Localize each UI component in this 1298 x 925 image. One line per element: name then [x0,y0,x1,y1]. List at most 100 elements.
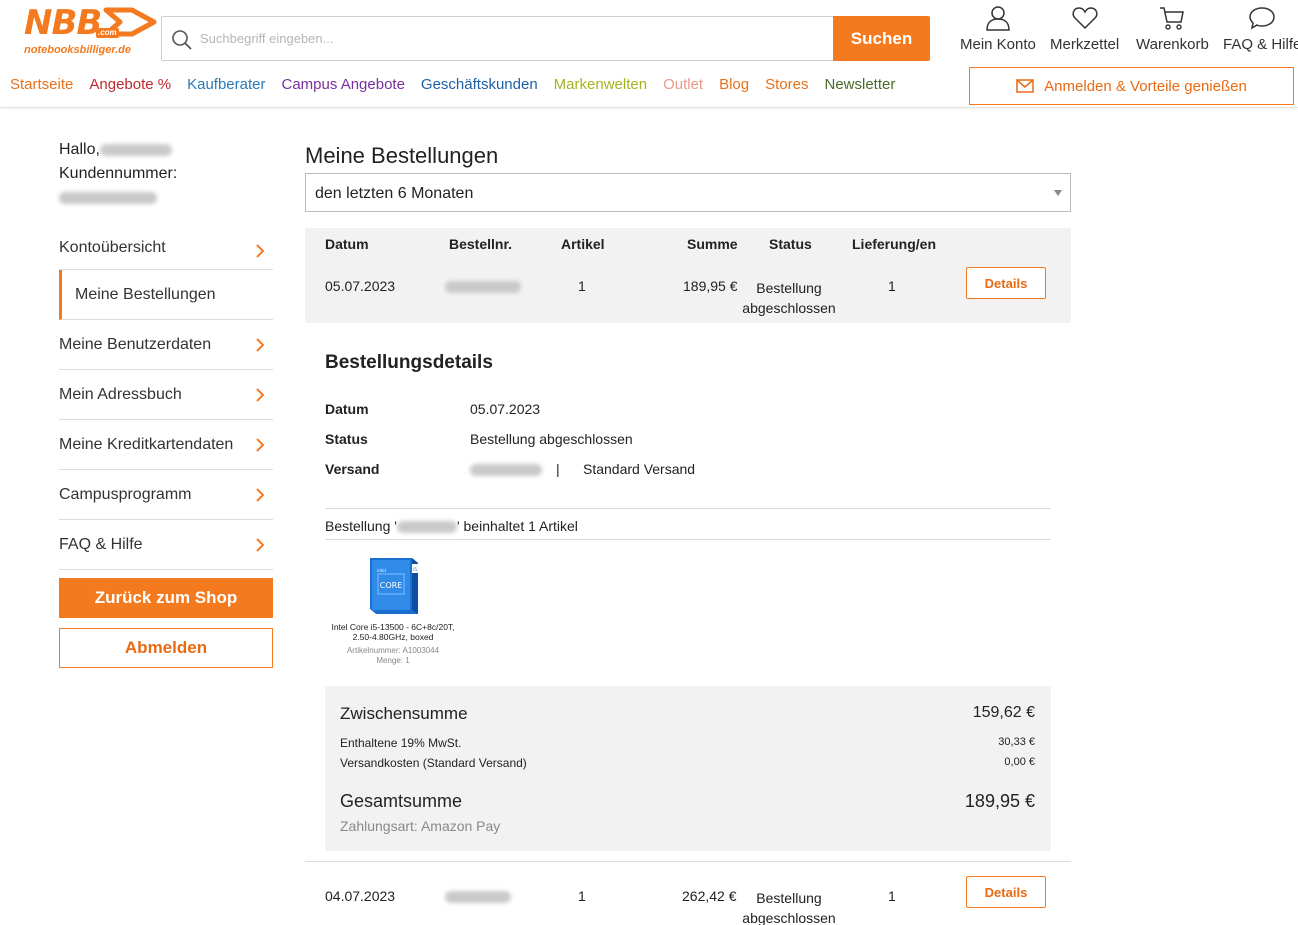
order-status-line2: abgeschlossen [742,910,836,925]
period-select[interactable]: den letzten 6 Monaten [305,173,1071,212]
order-date: 05.07.2023 [325,278,396,294]
search-icon [172,30,192,50]
customer-number-label: Kundennummer: [59,165,178,182]
sidebar-item-credit-cards[interactable]: Meine Kreditkartendaten [59,420,273,470]
column-header-articles: Artikel [561,236,605,252]
order-status-line1: Bestellung [756,280,822,296]
box-brand: intel [377,568,386,573]
order-details-button[interactable]: Details [966,876,1046,908]
order-row: 04.07.2023 1 262,42 € Bestellung abgesch… [305,862,1071,925]
redacted-order-number [445,891,511,903]
nav-link-newsletter[interactable]: Newsletter [824,76,895,93]
column-header-date: Datum [325,236,369,252]
wishlist-label: Merkzettel [1050,36,1120,53]
sidebar-menu: Kontoübersicht Meine Bestellungen Meine … [59,226,273,570]
detail-status-label: Status [325,431,368,447]
login-button[interactable]: Anmelden & Vorteile genießen [969,67,1294,105]
mail-icon [1016,79,1034,93]
nav-link-startseite[interactable]: Startseite [10,76,73,93]
nav-link-markenwelten[interactable]: Markenwelten [554,76,647,93]
search-button[interactable]: Suchen [833,16,930,61]
back-to-shop-button[interactable]: Zurück zum Shop [59,578,273,618]
sidebar-item-label: FAQ & Hilfe [59,535,143,553]
nav-link-geschäftskunden[interactable]: Geschäftskunden [421,76,538,93]
search-input[interactable] [200,17,820,60]
detail-date-value: 05.07.2023 [470,401,541,417]
subtotal-value: 159,62 € [972,704,1035,721]
product-article-number: Artikelnummer: A1003044 [346,646,440,655]
user-icon [986,6,1010,31]
nbb-logo[interactable]: NBB .com notebooksbilliger.de [24,3,157,60]
product-meta: Artikelnummer: A1003044 Menge: 1 [325,646,461,666]
nav-link-blog[interactable]: Blog [719,76,749,93]
sidebar-item-account-overview[interactable]: Kontoübersicht [59,226,273,270]
caret-down-icon [1054,190,1062,196]
order-sum: 189,95 € [683,278,738,294]
box-text: CORE [380,581,403,590]
subtotal-label: Zwischensumme [340,704,468,723]
order-details-button[interactable]: Details [966,267,1046,299]
help-label: FAQ & Hilfe [1223,36,1298,53]
sidebar-item-faq[interactable]: FAQ & Hilfe [59,520,273,570]
main-nav: Startseite Angebote % Kaufberater Campus An… [10,76,895,93]
heart-icon [1072,7,1098,30]
detail-date-label: Datum [325,401,369,417]
logo-domain: notebooksbilliger.de [24,44,131,56]
column-header-sum: Summe [687,236,738,252]
sidebar-item-label: Kontoübersicht [59,238,166,256]
cart-link[interactable]: Warenkorb [1136,4,1209,53]
cart-label: Warenkorb [1136,36,1209,53]
product-item[interactable]: intel CORE i5 Intel Core i5-13500 - 6C+8… [325,552,461,666]
nav-link-angebote[interactable]: Angebote % [89,76,171,93]
page-title: Meine Bestellungen [305,143,499,168]
total-value: 189,95 € [964,791,1035,811]
order-deliveries: 1 [888,278,896,294]
sidebar-item-label: Meine Kreditkartendaten [59,435,234,453]
help-link[interactable]: FAQ & Hilfe [1223,4,1298,53]
sidebar-item-user-data[interactable]: Meine Benutzerdaten [59,320,273,370]
logout-button[interactable]: Abmelden [59,628,273,668]
order-contains-line: Bestellung ' ' beinhaltet 1 Artikel [325,508,1051,540]
total-label: Gesamtsumme [340,791,463,811]
logo-brand: NBB [24,3,102,43]
contains-prefix: Bestellung ' [325,518,397,534]
chat-bubble-icon [1249,7,1275,30]
product-name-line2: 2.50-4.80GHz, boxed [352,632,434,642]
account-sidebar: Hallo, Kundennummer: Kontoübersicht Mein… [59,138,273,668]
cart-icon [1160,7,1185,30]
product-image[interactable]: intel CORE i5 [364,554,422,616]
chevron-right-icon [256,388,265,402]
order-summary: Zwischensumme 159,62 € Enthaltene 19% Mw… [325,686,1051,851]
order-deliveries: 1 [888,888,896,904]
redacted-name [99,143,172,156]
nav-link-stores[interactable]: Stores [765,76,808,93]
period-select-value: den letzten 6 Monaten [315,185,474,202]
order-table-header-row: Datum Bestellnr. Artikel Summe Status Li… [305,228,1071,323]
sidebar-item-orders[interactable]: Meine Bestellungen [59,270,273,320]
chevron-right-icon [256,338,265,352]
order-date: 04.07.2023 [325,888,396,904]
site-header: NBB .com notebooksbilliger.de Suchen Mei… [0,0,1298,108]
nav-link-kaufberater[interactable]: Kaufberater [187,76,265,93]
chevron-right-icon [256,488,265,502]
detail-status-value: Bestellung abgeschlossen [470,431,633,447]
nav-link-campus-angebote[interactable]: Campus Angebote [282,76,405,93]
chevron-right-icon [256,538,265,552]
wishlist-link[interactable]: Merkzettel [1050,4,1119,53]
detail-shipping-label: Versand [325,461,380,477]
cpu-box-icon: intel CORE i5 [370,558,418,614]
detail-shipping-value: Standard Versand [583,461,696,477]
nav-link-outlet[interactable]: Outlet [663,76,703,93]
shipping-cost-label: Versandkosten (Standard Versand) [340,756,527,770]
sidebar-item-address-book[interactable]: Mein Adressbuch [59,370,273,420]
sidebar-item-label: Campusprogramm [59,485,192,503]
greeting-text: Hallo, [59,141,100,158]
sidebar-item-label: Meine Bestellungen [75,285,216,303]
account-link[interactable]: Mein Konto [960,4,1036,53]
chevron-right-icon [256,438,265,452]
logo-tld: .com [96,28,119,38]
product-name[interactable]: Intel Core i5-13500 - 6C+8c/20T, 2.50-4.… [325,622,461,642]
column-header-status: Status [769,236,812,252]
sidebar-item-campus[interactable]: Campusprogramm [59,470,273,520]
detail-shipping-separator: | [556,461,560,477]
